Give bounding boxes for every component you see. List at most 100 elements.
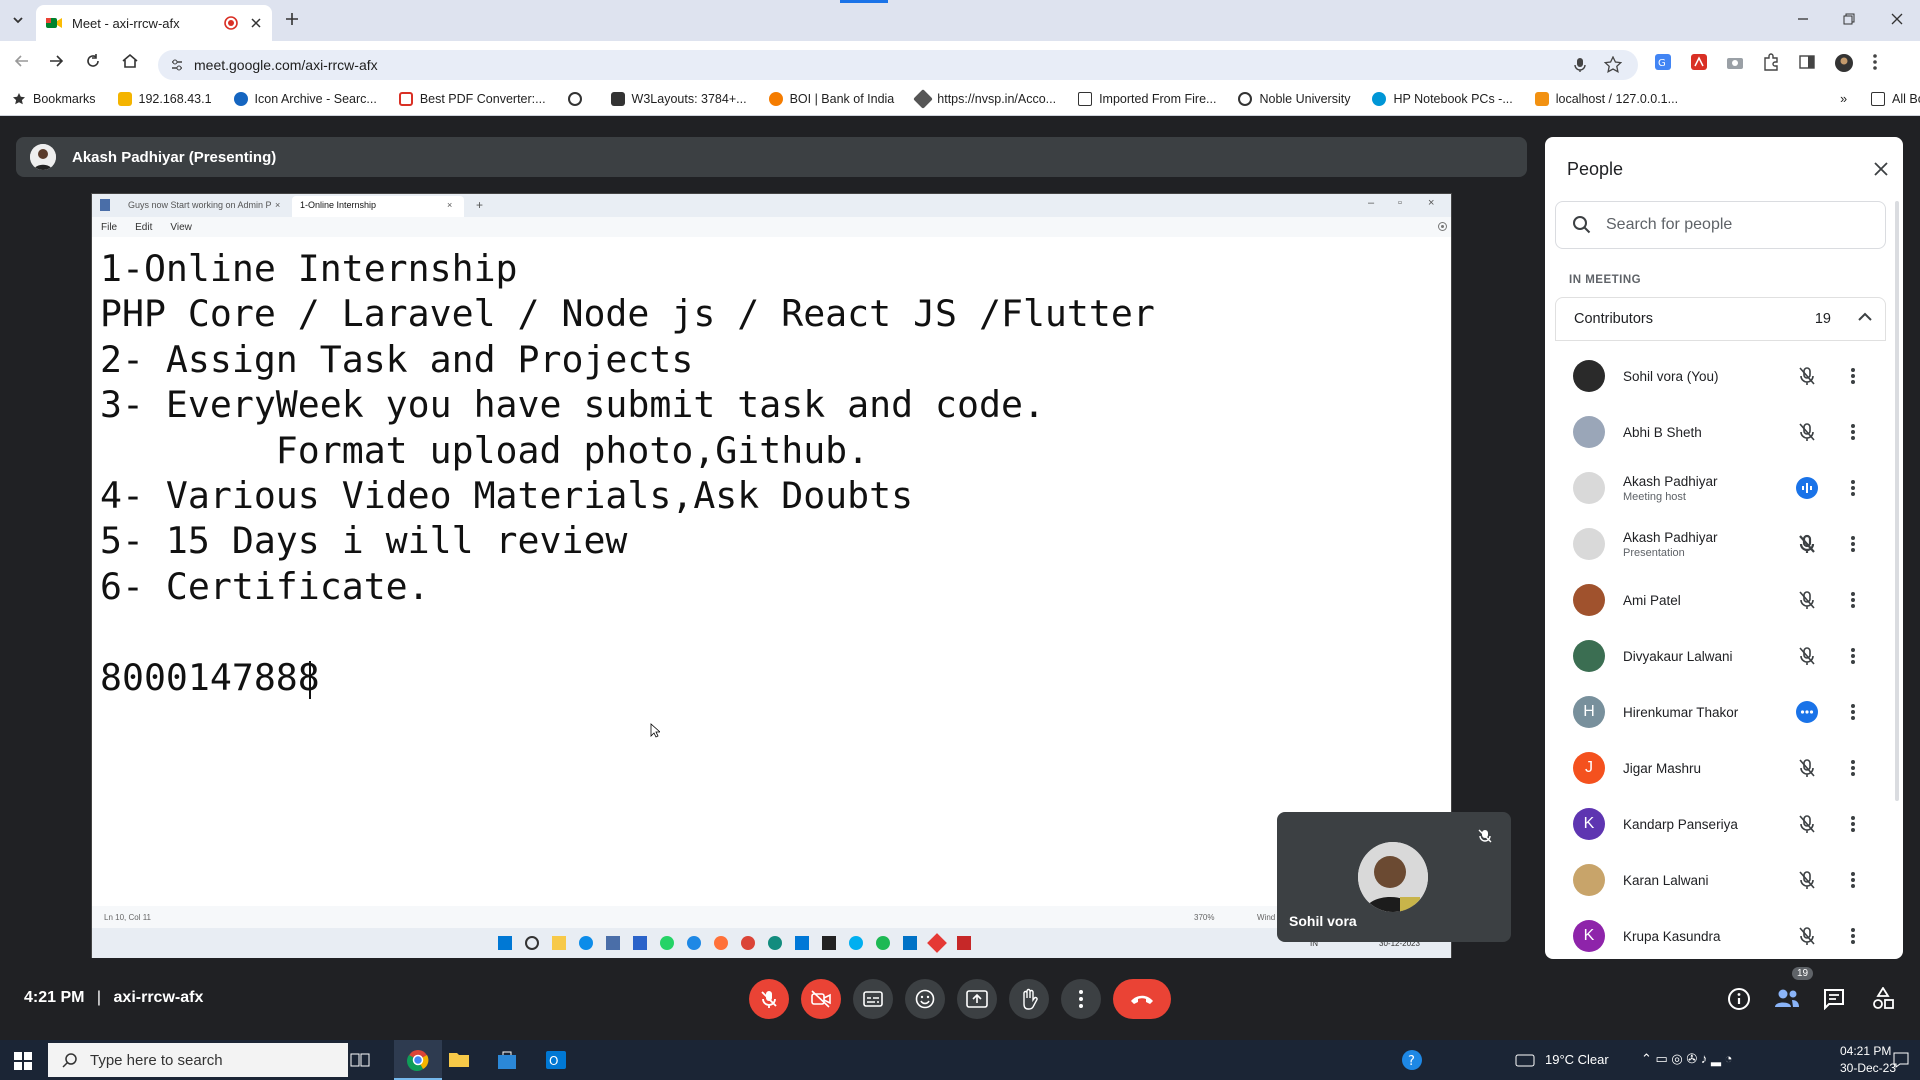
bookmark-item[interactable]: localhost / 127.0.0.1... [1534, 91, 1678, 106]
activities-button[interactable] [1872, 987, 1894, 1011]
more-vert-icon[interactable] [1843, 924, 1863, 948]
task-view-icon[interactable] [350, 1051, 370, 1069]
mic-off-icon[interactable] [1795, 532, 1819, 556]
site-info-icon[interactable] [170, 58, 184, 72]
participant-row[interactable]: Divyakaur Lalwani [1545, 628, 1903, 684]
close-panel-icon[interactable] [1873, 161, 1889, 177]
more-vert-icon[interactable] [1843, 476, 1863, 500]
notepad-tab-close-icon: × [275, 200, 281, 210]
more-vert-icon[interactable] [1843, 868, 1863, 892]
bookmark-item[interactable]: Bookmarks [12, 92, 96, 106]
home-icon[interactable] [121, 52, 139, 70]
mic-off-icon[interactable] [1795, 364, 1819, 388]
present-screen-button[interactable] [957, 979, 997, 1019]
notification-icon[interactable] [1892, 1051, 1910, 1069]
more-vert-icon[interactable] [1843, 756, 1863, 780]
bookmark-item[interactable]: 192.168.43.1 [117, 91, 212, 106]
minimize-icon[interactable] [1796, 12, 1810, 26]
more-bookmarks-icon[interactable]: » [1840, 92, 1847, 106]
reload-icon[interactable] [85, 53, 101, 69]
participant-row[interactable]: Akash Padhiyar Meeting host [1545, 460, 1903, 516]
captions-button[interactable] [853, 979, 893, 1019]
more-vert-icon[interactable] [1843, 700, 1863, 724]
bookmark-folder[interactable]: Imported From Fire... [1078, 91, 1216, 106]
participant-row[interactable]: Akash Padhiyar Presentation [1545, 516, 1903, 572]
translate-icon[interactable]: G [1654, 53, 1672, 73]
clock-time[interactable]: 04:21 PM [1840, 1044, 1891, 1058]
chat-button[interactable] [1823, 988, 1845, 1010]
raise-hand-button[interactable] [1009, 979, 1049, 1019]
camera-toggle-button[interactable] [801, 979, 841, 1019]
participant-row[interactable]: Abhi B Sheth [1545, 404, 1903, 460]
taskbar-chrome[interactable] [394, 1040, 442, 1080]
participant-row[interactable]: Ami Patel [1545, 572, 1903, 628]
profile-avatar[interactable] [1834, 53, 1854, 73]
people-button[interactable]: 19 [1774, 967, 1814, 1009]
reactions-button[interactable] [905, 979, 945, 1019]
back-icon[interactable] [14, 53, 30, 69]
tab-close-icon[interactable] [250, 17, 262, 29]
bookmark-item[interactable]: BOI | Bank of India [768, 91, 894, 106]
participant-row[interactable]: J Jigar Mashru [1545, 740, 1903, 796]
bookmark-item[interactable]: Best PDF Converter:... [398, 91, 546, 106]
pdf-extension-icon[interactable] [1690, 53, 1708, 73]
bookmark-star-icon[interactable] [1604, 56, 1622, 74]
mic-off-icon[interactable] [1795, 868, 1819, 892]
audio-active-icon[interactable] [1795, 700, 1819, 724]
camera-extension-icon[interactable] [1726, 53, 1744, 73]
participant-row[interactable]: K Krupa Kasundra [1545, 908, 1903, 964]
windows-start-icon[interactable] [14, 1052, 32, 1070]
chrome-menu-icon[interactable] [1872, 53, 1878, 73]
tray-icons[interactable]: ⌃ ▭ ◎ ✇ ♪ ▂ ◔ [1641, 1051, 1732, 1067]
browser-tab-meet[interactable]: Meet - axi-rrcw-afx [36, 5, 272, 41]
outlook-icon[interactable]: O [545, 1049, 567, 1071]
bookmark-item[interactable]: W3Layouts: 3784+... [610, 91, 747, 106]
bookmark-item[interactable]: Icon Archive - Searc... [233, 91, 377, 106]
participant-row[interactable]: Sohil vora (You) [1545, 348, 1903, 404]
participant-row[interactable]: K Kandarp Panseriya [1545, 796, 1903, 852]
bookmark-item[interactable]: https://nvsp.in/Acco... [913, 88, 1056, 109]
side-panel-icon[interactable] [1798, 53, 1816, 73]
window-close-icon[interactable] [1890, 12, 1904, 26]
store-icon[interactable] [496, 1049, 518, 1071]
more-vert-icon[interactable] [1843, 532, 1863, 556]
bookmark-item[interactable]: Noble University [1238, 91, 1350, 106]
mic-off-icon[interactable] [1795, 644, 1819, 668]
mic-off-icon[interactable] [1795, 588, 1819, 612]
mic-off-icon[interactable] [1795, 756, 1819, 780]
more-vert-icon[interactable] [1843, 812, 1863, 836]
meeting-info-button[interactable] [1727, 987, 1751, 1011]
file-explorer-icon[interactable] [448, 1049, 470, 1069]
tab-search-icon[interactable] [10, 12, 26, 28]
all-bookmarks[interactable]: All Bookmarks [1871, 91, 1920, 106]
forward-icon[interactable] [48, 53, 64, 69]
clock-date[interactable]: 30-Dec-23 [1840, 1061, 1896, 1075]
separator: | [96, 989, 102, 1006]
people-search-input[interactable]: Search for people [1555, 201, 1886, 249]
mic-search-icon[interactable] [1574, 57, 1586, 73]
bookmark-item[interactable] [567, 91, 589, 106]
mic-off-icon[interactable] [1795, 924, 1819, 948]
help-icon[interactable]: ? [1401, 1049, 1423, 1071]
more-vert-icon[interactable] [1843, 644, 1863, 668]
extensions-puzzle-icon[interactable] [1762, 53, 1780, 73]
restore-icon[interactable] [1842, 12, 1856, 26]
bookmark-item[interactable]: HP Notebook PCs -... [1372, 91, 1513, 106]
self-view-tile[interactable]: Sohil vora [1277, 812, 1511, 942]
speaking-indicator-icon[interactable] [1795, 476, 1819, 500]
taskbar-search-box[interactable]: Type here to search [48, 1043, 348, 1077]
participant-row[interactable]: H Hirenkumar Thakor [1545, 684, 1903, 740]
microphone-toggle-button[interactable] [749, 979, 789, 1019]
mic-off-icon[interactable] [1795, 812, 1819, 836]
more-vert-icon[interactable] [1843, 588, 1863, 612]
more-vert-icon[interactable] [1843, 364, 1863, 388]
address-bar[interactable]: meet.google.com/axi-rrcw-afx [158, 50, 1638, 80]
new-tab-icon[interactable] [284, 11, 300, 27]
more-vert-icon[interactable] [1843, 420, 1863, 444]
weather-text[interactable]: 19°C Clear [1545, 1052, 1609, 1067]
mic-off-icon[interactable] [1795, 420, 1819, 444]
contributors-group-header[interactable]: Contributors 19 [1555, 297, 1886, 341]
leave-call-button[interactable] [1113, 979, 1171, 1019]
more-options-button[interactable] [1061, 979, 1101, 1019]
participant-row[interactable]: Karan Lalwani [1545, 852, 1903, 908]
